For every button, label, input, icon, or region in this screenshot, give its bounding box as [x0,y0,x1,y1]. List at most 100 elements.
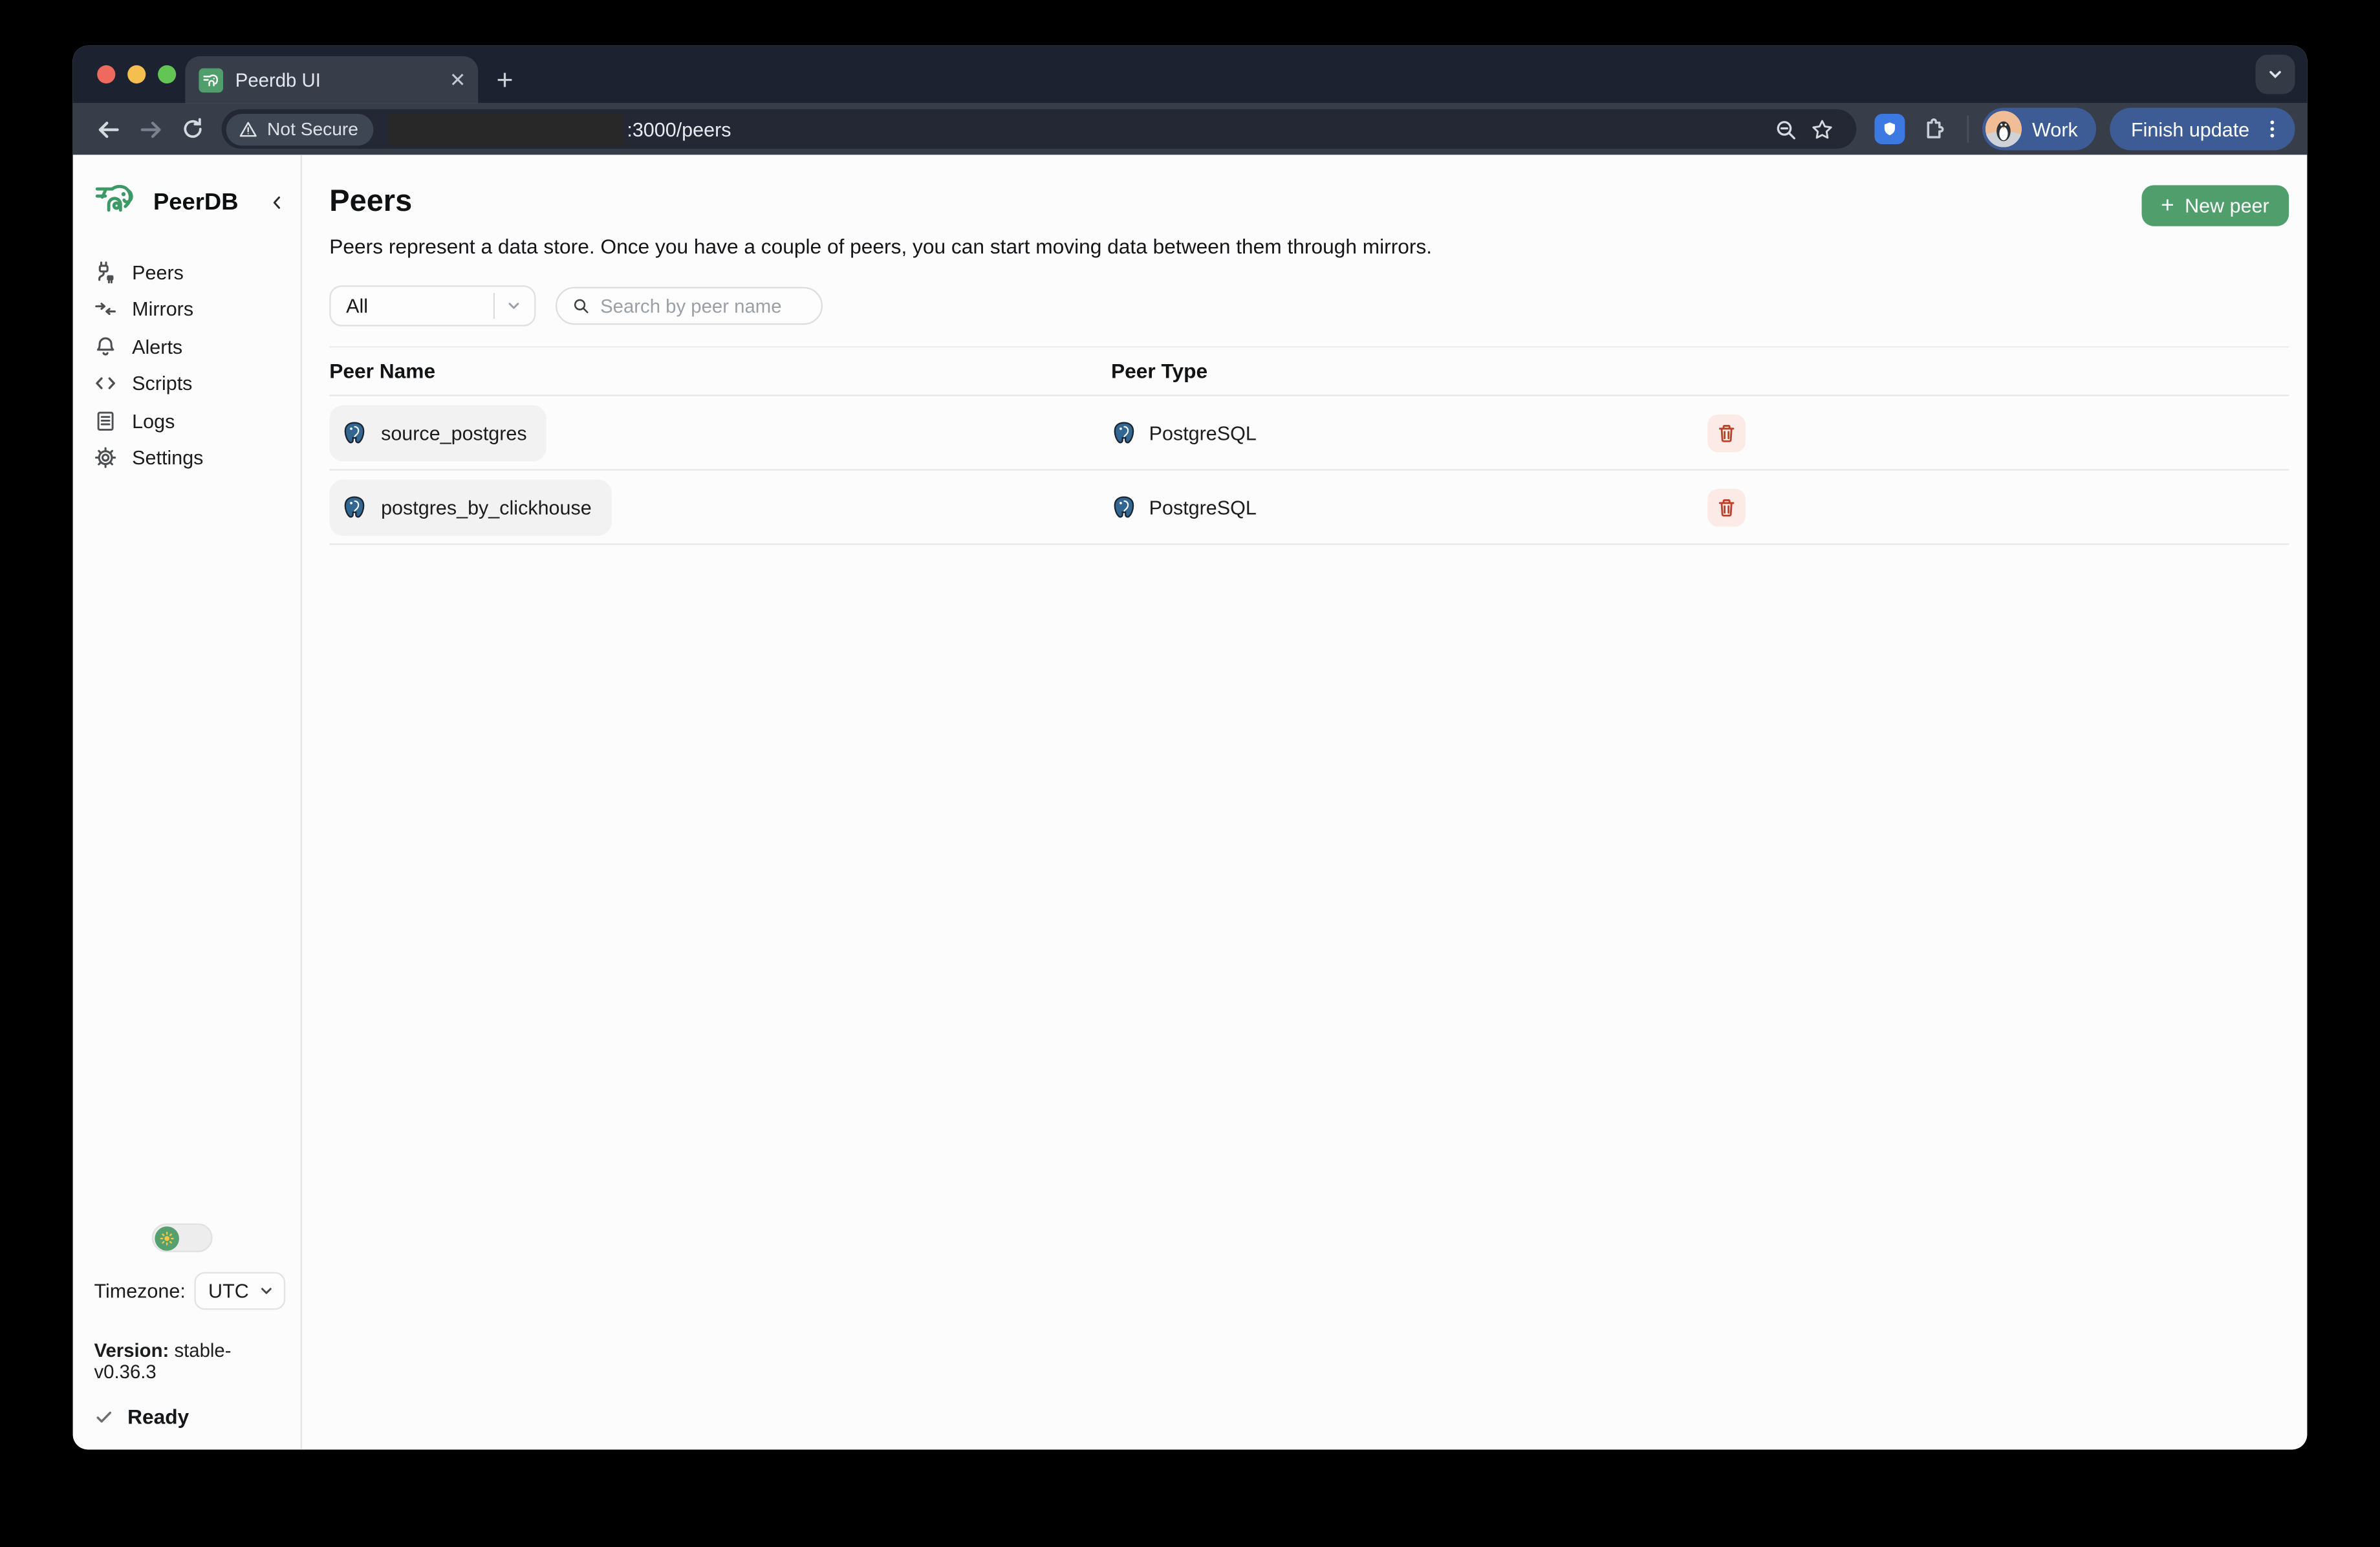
select-divider [493,293,495,319]
search-icon [572,296,590,316]
sidebar-item-peers[interactable]: Peers [94,254,286,291]
bookmark-button[interactable] [1804,111,1841,147]
logs-icon [94,409,117,432]
sidebar-footer: Timezone: UTC Version: stable-v0.36.3 Re… [94,1224,286,1429]
page-description: Peers represent a data store. Once you h… [329,235,2289,258]
alerts-icon [94,335,117,358]
sidebar-item-label: Settings [132,447,203,470]
sidebar-item-logs[interactable]: Logs [94,402,286,440]
address-bar[interactable]: Not Secure :3000/peers [222,109,1856,149]
warning-triangle-icon [238,119,258,139]
zoom-magnifier-icon [1775,118,1797,140]
new-tab-button[interactable]: + [496,67,513,96]
new-peer-label: New peer [2185,194,2269,217]
sidebar-item-label: Alerts [132,335,182,358]
url-text: :3000/peers [627,118,1768,140]
close-window-button[interactable] [97,65,115,83]
peers-table: Peer Name Peer Type [329,346,2289,545]
window-controls [97,65,176,83]
collapse-sidebar-icon[interactable] [268,194,285,211]
finish-update-label: Finish update [2131,118,2249,140]
chevron-down-icon [258,1282,275,1299]
check-icon [94,1407,114,1427]
trash-icon [1716,423,1736,443]
peer-type: PostgreSQL [1149,495,1257,518]
tab-strip: Peerdb UI ✕ + [73,45,2308,103]
postgresql-icon [1111,420,1137,446]
minimize-window-button[interactable] [127,65,146,83]
postgresql-icon [341,420,367,446]
toolbar-separator [1967,115,1968,142]
mirrors-icon [94,298,117,321]
finish-update-button[interactable]: Finish update [2110,108,2295,151]
delete-peer-button[interactable] [1707,414,1746,452]
delete-peer-button[interactable] [1707,488,1746,526]
sidebar-nav: Peers Mirrors Alerts [94,254,286,477]
sidebar-item-scripts[interactable]: Scripts [94,365,286,402]
status-label: Ready [127,1405,189,1428]
scripts-icon [94,373,117,395]
redacted-host [389,113,624,145]
new-peer-button[interactable]: + New peer [2141,185,2289,226]
bookmark-star-icon [1812,118,1834,140]
sidebar-item-label: Mirrors [132,298,193,321]
sidebar-item-label: Peers [132,261,184,283]
zoom-level-button[interactable] [1768,111,1804,147]
filter-row: All [329,285,2289,326]
search-input[interactable] [600,295,806,316]
sidebar-item-label: Scripts [132,373,192,395]
chevron-down-icon [506,298,523,314]
version-text: Version: stable-v0.36.3 [94,1340,286,1383]
extensions-button[interactable] [1914,109,1953,149]
page-title: Peers [329,185,2289,220]
reload-button[interactable] [173,109,213,149]
filter-selected-value: All [346,294,493,317]
timezone-select[interactable]: UTC [195,1272,285,1310]
app-content: PeerDB Peers [73,155,2308,1449]
table-header: Peer Name Peer Type [329,346,2289,396]
profile-label: Work [2032,118,2078,140]
tab-search-button[interactable] [2256,54,2295,94]
peer-name-pill[interactable]: source_postgres [329,404,546,460]
extensions-puzzle-icon [1921,116,1947,142]
fullscreen-window-button[interactable] [158,65,176,83]
timezone-label: Timezone: [94,1279,186,1302]
sidebar: PeerDB Peers [73,155,302,1449]
forward-button[interactable] [131,109,170,149]
sidebar-item-settings[interactable]: Settings [94,439,286,477]
peer-type: PostgreSQL [1149,421,1257,444]
settings-icon [94,447,117,470]
theme-toggle[interactable] [152,1224,213,1253]
timezone-value: UTC [208,1279,252,1302]
peerdb-favicon-icon [199,67,223,92]
sidebar-item-alerts[interactable]: Alerts [94,328,286,365]
peer-name-pill[interactable]: postgres_by_clickhouse [329,479,611,535]
postgresql-icon [1111,494,1137,520]
penguin-avatar [1985,111,2021,147]
security-label: Not Secure [267,118,358,140]
peer-type-filter-select[interactable]: All [329,285,536,326]
plus-icon: + [2161,193,2174,216]
sun-icon [159,1230,174,1245]
browser-tab[interactable]: Peerdb UI ✕ [185,56,478,103]
sidebar-item-label: Logs [132,409,175,432]
desktop-background: Peerdb UI ✕ + [0,0,2380,1547]
brand-name: PeerDB [153,189,257,216]
peer-name: postgres_by_clickhouse [381,495,592,518]
column-header-peer-name: Peer Name [329,360,1111,382]
forward-arrow-icon [137,116,163,142]
browser-toolbar: Not Secure :3000/peers [73,103,2308,155]
table-row[interactable]: source_postgres PostgreSQL [329,396,2289,471]
light-mode-knob [155,1226,179,1250]
trash-icon [1716,497,1736,517]
back-button[interactable] [88,109,127,149]
sidebar-item-mirrors[interactable]: Mirrors [94,290,286,328]
password-extension-button[interactable] [1874,114,1905,144]
profile-button[interactable]: Work [1982,108,2096,151]
tab-close-icon[interactable]: ✕ [449,70,466,90]
security-chip[interactable]: Not Secure [226,113,374,145]
peers-icon [94,261,117,283]
peer-search[interactable] [556,287,823,325]
table-row[interactable]: postgres_by_clickhouse PostgreSQL [329,471,2289,545]
column-header-peer-type: Peer Type [1111,360,1707,382]
